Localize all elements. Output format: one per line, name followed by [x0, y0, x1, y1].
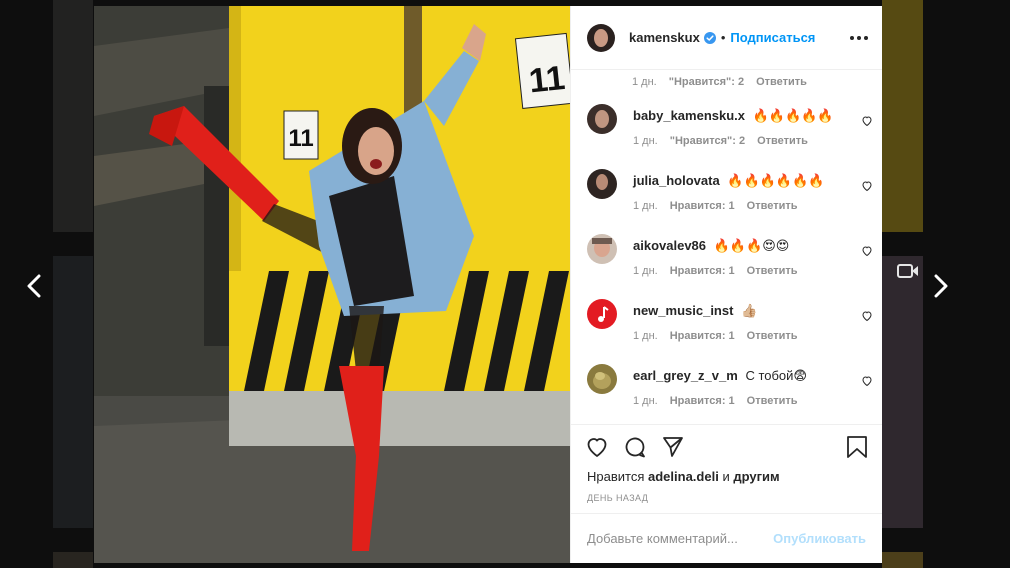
- add-comment-bar: Опубликовать: [571, 513, 882, 563]
- post-modal: 11 11 kamenskux • Подписаться 1 дн. "Нра…: [94, 6, 882, 563]
- comment-bubble-icon[interactable]: [623, 435, 647, 459]
- publish-comment-button[interactable]: Опубликовать: [773, 531, 866, 546]
- comment-item: baby_kamensku.x 🔥🔥🔥🔥🔥 1 дн. "Нравится": …: [587, 104, 873, 164]
- post-photo[interactable]: 11 11: [94, 6, 570, 563]
- comment-text: 🔥🔥🔥🔥🔥: [752, 108, 834, 123]
- liked-by-user[interactable]: adelina.deli: [648, 469, 719, 484]
- post-header: kamenskux • Подписаться: [571, 6, 882, 70]
- reply-button[interactable]: Ответить: [747, 265, 798, 277]
- comment-text: 🔥🔥🔥🔥🔥🔥: [727, 173, 825, 188]
- likes-connector: и: [722, 469, 730, 484]
- post-actions-section: Нравится adelina.deli и другим ДЕНЬ НАЗА…: [571, 424, 882, 513]
- reply-button[interactable]: Ответить: [757, 135, 808, 147]
- comment-time[interactable]: 1 дн.: [632, 76, 657, 88]
- reply-button[interactable]: Ответить: [756, 76, 807, 88]
- chevron-left-icon: [27, 274, 41, 298]
- comment-item: earl_grey_z_v_m С тобой😨 1 дн. Нравится:…: [587, 364, 873, 424]
- comment-text: 👍🏼: [741, 303, 758, 318]
- comment-text-line: earl_grey_z_v_m С тобой😨: [633, 368, 807, 384]
- comment-likes-count[interactable]: Нравится: 1: [670, 200, 735, 212]
- reply-button[interactable]: Ответить: [747, 330, 798, 342]
- header-separator: •: [720, 30, 726, 45]
- comment-text-line: julia_holovata 🔥🔥🔥🔥🔥🔥: [633, 173, 824, 189]
- comment-item: aikovalev86 🔥🔥🔥😍😍 1 дн. Нравится: 1 Отве…: [587, 234, 873, 294]
- comment-text-line: baby_kamensku.x 🔥🔥🔥🔥🔥: [633, 108, 834, 124]
- verified-badge-icon: [703, 31, 716, 44]
- more-dot-icon: [857, 35, 861, 40]
- author-avatar[interactable]: [587, 23, 615, 52]
- liked-by-others[interactable]: другим: [733, 469, 779, 484]
- commenter-avatar[interactable]: [587, 104, 617, 134]
- comment-meta: 1 дн. Нравится: 1 Ответить: [633, 265, 798, 277]
- like-comment-heart-icon[interactable]: [861, 244, 873, 262]
- comment-meta: 1 дн. Нравится: 1 Ответить: [633, 330, 798, 342]
- commenter-avatar[interactable]: [587, 299, 617, 329]
- comment-meta: 1 дн. "Нравится": 2 Ответить: [632, 76, 807, 88]
- comment-time[interactable]: 1 дн.: [633, 330, 658, 342]
- likes-summary: Нравится adelina.deli и другим: [571, 469, 882, 489]
- next-post-button[interactable]: [930, 268, 952, 304]
- action-bar: [571, 425, 882, 469]
- save-bookmark-icon[interactable]: [846, 435, 868, 459]
- reply-button[interactable]: Ответить: [747, 200, 798, 212]
- comment-time[interactable]: 1 дн.: [633, 135, 658, 147]
- author-username[interactable]: kamenskux: [629, 30, 700, 45]
- post-timestamp[interactable]: ДЕНЬ НАЗАД: [571, 489, 882, 513]
- comment-time[interactable]: 1 дн.: [633, 395, 658, 407]
- comment-time[interactable]: 1 дн.: [633, 265, 658, 277]
- commenter-avatar[interactable]: [587, 234, 617, 264]
- comment-text: С тобой😨: [745, 368, 807, 383]
- comment-likes-count[interactable]: "Нравится": 2: [669, 76, 744, 88]
- commenter-username[interactable]: aikovalev86: [633, 238, 706, 253]
- share-send-icon[interactable]: [661, 435, 685, 459]
- like-comment-heart-icon[interactable]: [861, 374, 873, 392]
- commenter-username[interactable]: julia_holovata: [633, 173, 720, 188]
- comment-item: new_music_inst 👍🏼 1 дн. Нравится: 1 Отве…: [587, 299, 873, 359]
- post-side-panel: kamenskux • Подписаться 1 дн. "Нравится"…: [570, 6, 882, 563]
- follow-button[interactable]: Подписаться: [730, 30, 815, 45]
- commenter-avatar[interactable]: [587, 169, 617, 199]
- comment-text-line: aikovalev86 🔥🔥🔥😍😍: [633, 238, 789, 254]
- comment-meta: 1 дн. Нравится: 1 Ответить: [633, 200, 798, 212]
- more-options-button[interactable]: [850, 30, 868, 46]
- comment-item: julia_holovata 🔥🔥🔥🔥🔥🔥 1 дн. Нравится: 1 …: [587, 169, 873, 229]
- comment-input[interactable]: [587, 531, 774, 546]
- reply-button[interactable]: Ответить: [747, 395, 798, 407]
- sign-number-left: 11: [288, 125, 313, 152]
- more-dot-icon: [864, 35, 868, 40]
- like-comment-heart-icon[interactable]: [861, 114, 873, 132]
- music-note-icon: [598, 306, 609, 322]
- comment-likes-count[interactable]: Нравится: 1: [670, 395, 735, 407]
- like-comment-heart-icon[interactable]: [861, 309, 873, 327]
- comment-likes-count[interactable]: Нравится: 1: [670, 265, 735, 277]
- more-dot-icon: [850, 35, 854, 40]
- comment-likes-count[interactable]: Нравится: 1: [670, 330, 735, 342]
- previous-post-button[interactable]: [23, 268, 45, 304]
- likes-prefix: Нравится: [587, 469, 645, 484]
- comments-list[interactable]: 1 дн. "Нравится": 2 Ответить baby_kamens…: [571, 70, 882, 424]
- like-comment-heart-icon[interactable]: [861, 179, 873, 197]
- post-photo-illustration: 11 11: [94, 6, 570, 563]
- comment-meta: 1 дн. "Нравится": 2 Ответить: [633, 135, 808, 147]
- sign-number-right: 11: [527, 59, 567, 101]
- commenter-username[interactable]: baby_kamensku.x: [633, 108, 745, 123]
- video-icon: [897, 263, 919, 279]
- commenter-username[interactable]: earl_grey_z_v_m: [633, 368, 738, 383]
- comment-text-line: new_music_inst 👍🏼: [633, 303, 757, 319]
- commenter-avatar[interactable]: [587, 364, 617, 394]
- commenter-username[interactable]: new_music_inst: [633, 303, 733, 318]
- comment-text: 🔥🔥🔥😍😍: [713, 238, 790, 253]
- comment-meta: 1 дн. Нравится: 1 Ответить: [633, 395, 798, 407]
- comment-likes-count[interactable]: "Нравится": 2: [670, 135, 745, 147]
- comment-time[interactable]: 1 дн.: [633, 200, 658, 212]
- chevron-right-icon: [934, 274, 948, 298]
- like-heart-icon[interactable]: [585, 435, 609, 459]
